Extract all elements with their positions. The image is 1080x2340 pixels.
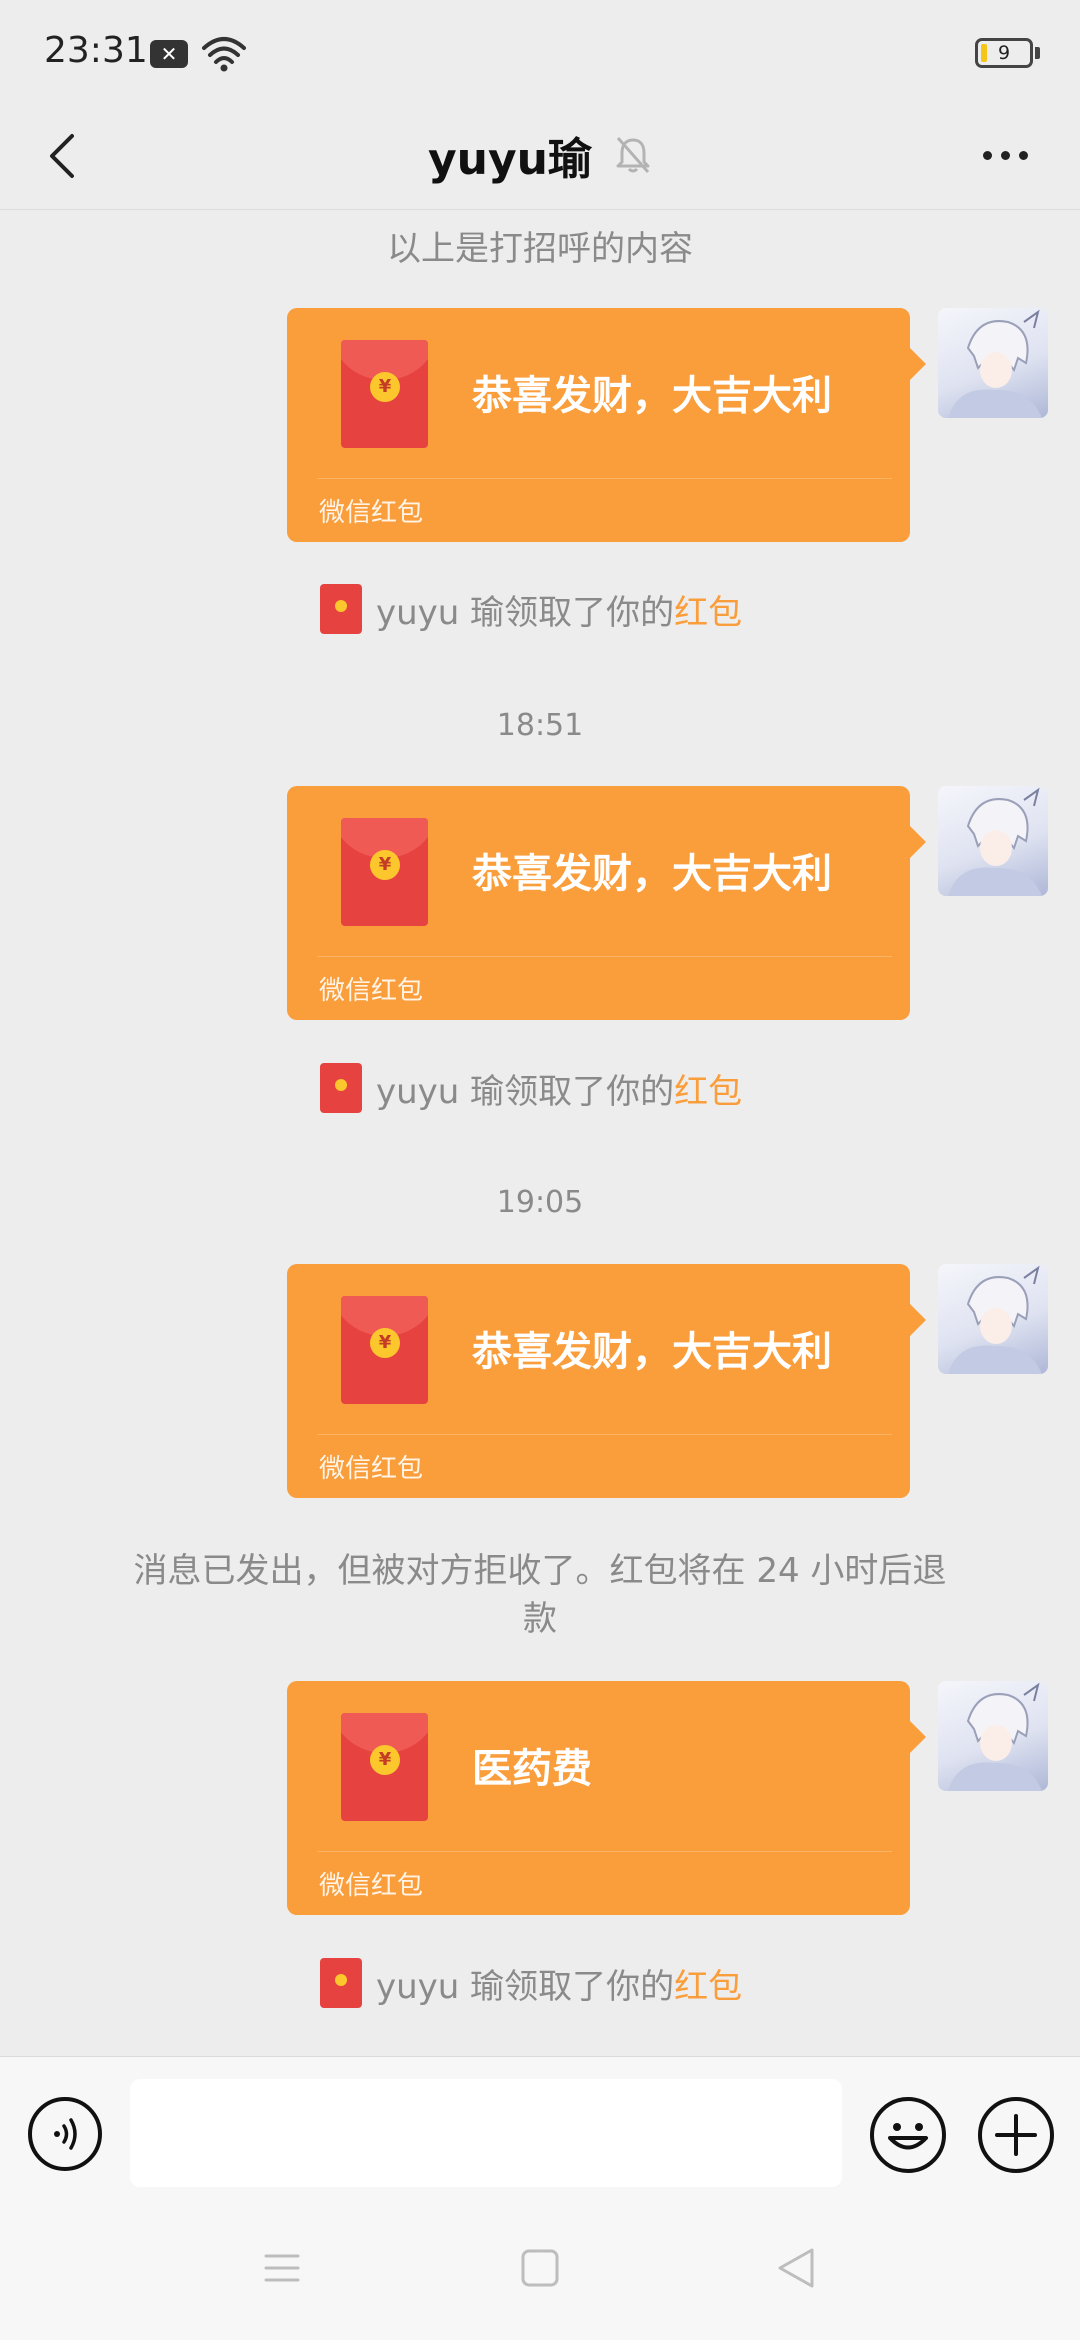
red-packet-link[interactable]: 红包 [674, 593, 742, 633]
back-arrow-icon[interactable] [30, 120, 100, 190]
red-packet-label: 微信红包 [319, 976, 424, 1006]
red-packet-small-icon [320, 1063, 362, 1113]
avatar-image [948, 309, 1042, 418]
received-notice: yuyu 瑜领取了你的红包 [320, 584, 742, 634]
avatar-image [948, 787, 1042, 896]
red-packet-link[interactable]: 红包 [674, 1967, 742, 2007]
red-packet-message[interactable]: ¥ 恭喜发财，大吉大利 微信红包 [287, 1264, 926, 1498]
red-packet-icon: ¥ [341, 1713, 428, 1821]
voice-icon [54, 2118, 77, 2150]
message-input[interactable] [130, 2079, 842, 2187]
avatar[interactable] [938, 308, 1048, 418]
red-packet-message[interactable]: ¥ 恭喜发财，大吉大利 微信红包 [287, 786, 926, 1020]
rejected-notice-cont: 款 [523, 1599, 557, 1639]
red-packet-icon: ¥ [341, 818, 428, 926]
red-packet-link[interactable]: 红包 [674, 1072, 742, 1112]
timestamp: 19:05 [496, 1185, 584, 1220]
red-packet-icon: ¥ [341, 340, 428, 448]
voice-button[interactable] [28, 2097, 102, 2171]
red-packet-small-icon [320, 584, 362, 634]
red-packet-label: 微信红包 [319, 1871, 424, 1901]
red-packet-message[interactable]: ¥ 恭喜发财，大吉大利 微信红包 [287, 308, 926, 542]
timestamp: 18:51 [496, 708, 584, 743]
plus-button[interactable] [978, 2097, 1054, 2173]
back-triangle-icon[interactable] [774, 2246, 818, 2290]
more-dots-icon [982, 150, 992, 160]
menu-icon[interactable] [262, 2248, 302, 2288]
red-packet-label: 微信红包 [319, 1454, 424, 1484]
avatar[interactable] [938, 1264, 1048, 1374]
chat-header: yuyu瑜 [0, 100, 1080, 210]
mute-bell-icon [616, 137, 650, 173]
rejected-notice: 消息已发出，但被对方拒收了。红包将在 24 小时后退 [133, 1551, 947, 1591]
plus-icon [995, 2114, 1037, 2156]
status-time: 23:31 [44, 30, 148, 71]
chat-title: yuyu瑜 [427, 134, 592, 185]
input-bar [0, 2056, 1080, 2196]
red-packet-message[interactable]: ¥ 医药费 微信红包 [287, 1681, 926, 1915]
red-packet-icon: ¥ [341, 1296, 428, 1404]
avatar-image [948, 1265, 1042, 1374]
more-button[interactable] [970, 135, 1040, 175]
system-navigation [0, 2196, 1080, 2340]
avatar[interactable] [938, 1681, 1048, 1791]
avatar-image [948, 1682, 1042, 1791]
battery-level: 9 [997, 42, 1011, 64]
wifi-icon [202, 37, 246, 72]
emoji-icon [888, 2123, 928, 2150]
red-packet-label: 微信红包 [319, 498, 424, 528]
greeting-note: 以上是打招呼的内容 [387, 229, 693, 269]
avatar[interactable] [938, 786, 1048, 896]
red-packet-small-icon [320, 1958, 362, 2008]
emoji-button[interactable] [870, 2097, 946, 2173]
red-packet-greeting: 医药费 [472, 1746, 592, 1792]
received-notice: yuyu 瑜领取了你的红包 [320, 1958, 742, 2008]
red-packet-greeting: 恭喜发财，大吉大利 [472, 373, 832, 419]
received-notice: yuyu 瑜领取了你的红包 [320, 1063, 742, 1113]
red-packet-greeting: 恭喜发财，大吉大利 [472, 851, 832, 897]
status-bar: 23:31 ✕ 9 [0, 0, 1080, 100]
message-list[interactable]: 以上是打招呼的内容 ¥ 恭喜发财，大吉大利 微信红包 yuyu 瑜领取了你的红包… [0, 211, 1080, 2056]
notification-icon: ✕ [150, 40, 188, 68]
battery-icon: 9 [975, 38, 1033, 68]
home-icon[interactable] [520, 2248, 560, 2288]
red-packet-greeting: 恭喜发财，大吉大利 [472, 1329, 832, 1375]
